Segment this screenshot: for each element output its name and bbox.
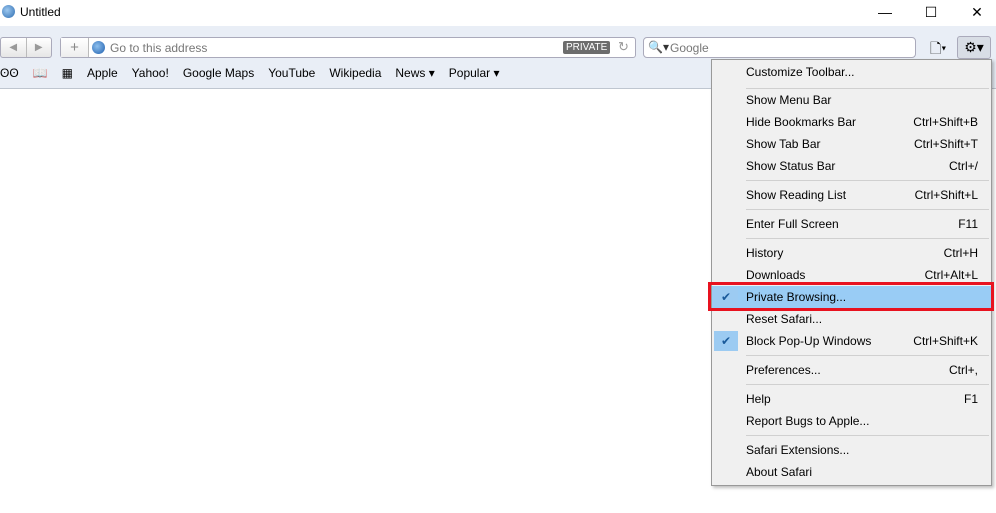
reading-list-icon[interactable]: ʘʘ <box>0 66 19 80</box>
private-badge[interactable]: PRIVATE <box>563 41 611 54</box>
menu-item-show-reading-list[interactable]: Show Reading List Ctrl+Shift+L <box>712 184 991 206</box>
safari-logo-icon <box>2 5 15 18</box>
maximize-button[interactable]: ☐ <box>908 0 954 26</box>
menu-item-customize-toolbar[interactable]: Customize Toolbar... <box>712 61 991 83</box>
separator <box>746 355 989 356</box>
menu-shortcut: Ctrl+Shift+B <box>913 115 978 129</box>
menu-label: Show Menu Bar <box>746 93 832 107</box>
menu-shortcut: Ctrl+Shift+L <box>914 188 978 202</box>
menu-item-reset-safari[interactable]: Reset Safari... <box>712 308 991 330</box>
menu-label: Enter Full Screen <box>746 217 839 231</box>
menu-label: Block Pop-Up Windows <box>746 334 872 348</box>
menu-item-preferences[interactable]: Preferences... Ctrl+, <box>712 359 991 381</box>
menu-item-enter-full-screen[interactable]: Enter Full Screen F11 <box>712 213 991 235</box>
menu-label: Report Bugs to Apple... <box>746 414 870 428</box>
menu-shortcut: F1 <box>963 392 978 406</box>
menu-label: Customize Toolbar... <box>746 65 855 79</box>
menu-item-report-bugs[interactable]: Report Bugs to Apple... <box>712 410 991 432</box>
menu-shortcut: Ctrl+, <box>948 363 978 377</box>
menu-shortcut: Ctrl+/ <box>948 159 978 173</box>
menu-label: About Safari <box>746 465 813 479</box>
menu-shortcut: F11 <box>958 217 978 231</box>
address-input[interactable]: Go to this address <box>110 41 207 55</box>
bookmark-news[interactable]: News ▾ <box>395 66 434 80</box>
menu-label: Show Status Bar <box>746 159 836 173</box>
gear-icon[interactable]: ⚙▾ <box>957 36 991 59</box>
separator <box>746 209 989 210</box>
bookmark-wikipedia[interactable]: Wikipedia <box>329 66 381 80</box>
separator <box>746 180 989 181</box>
search-input[interactable]: Google <box>670 41 709 55</box>
menu-item-show-menu-bar[interactable]: Show Menu Bar <box>712 89 991 111</box>
top-sites-icon[interactable]: ▦ <box>62 66 73 80</box>
separator <box>746 435 989 436</box>
bookmarks-icon[interactable]: 📖 <box>33 66 48 80</box>
title-bar: Untitled — ☐ ✕ <box>0 0 996 26</box>
bookmark-apple[interactable]: Apple <box>87 66 118 80</box>
menu-item-history[interactable]: History Ctrl+H <box>712 242 991 264</box>
menu-label: History <box>746 246 784 260</box>
separator <box>746 384 989 385</box>
checkmark-icon: ✔ <box>714 331 738 351</box>
bookmark-google-maps[interactable]: Google Maps <box>183 66 254 80</box>
add-bookmark-button[interactable]: + <box>61 38 89 57</box>
highlight-box <box>708 282 994 311</box>
back-button[interactable]: ◀ <box>1 38 26 57</box>
address-bar[interactable]: + Go to this address PRIVATE ↻ <box>60 37 636 58</box>
reload-icon[interactable]: ↻ <box>618 39 629 55</box>
settings-menu: Customize Toolbar... Show Menu Bar Hide … <box>711 59 992 486</box>
menu-label: Reset Safari... <box>746 312 823 326</box>
menu-label: Hide Bookmarks Bar <box>746 115 857 129</box>
menu-label: Show Reading List <box>746 188 847 202</box>
menu-shortcut: Ctrl+Shift+K <box>913 334 978 348</box>
search-field[interactable]: 🔍▾ Google <box>643 37 916 58</box>
menu-item-show-status-bar[interactable]: Show Status Bar Ctrl+/ <box>712 155 991 177</box>
menu-item-safari-extensions[interactable]: Safari Extensions... <box>712 439 991 461</box>
menu-label: Help <box>746 392 771 406</box>
search-icon[interactable]: 🔍▾ <box>648 40 669 54</box>
menu-item-show-tab-bar[interactable]: Show Tab Bar Ctrl+Shift+T <box>712 133 991 155</box>
bookmark-youtube[interactable]: YouTube <box>268 66 315 80</box>
menu-item-hide-bookmarks-bar[interactable]: Hide Bookmarks Bar Ctrl+Shift+B <box>712 111 991 133</box>
bookmark-popular[interactable]: Popular ▾ <box>449 66 500 80</box>
menu-item-block-popups[interactable]: ✔ Block Pop-Up Windows Ctrl+Shift+K <box>712 330 991 352</box>
minimize-button[interactable]: — <box>862 0 908 26</box>
globe-icon <box>92 41 105 54</box>
menu-label: Preferences... <box>746 363 821 377</box>
bookmarks-bar: ʘʘ 📖 ▦ Apple Yahoo! Google Maps YouTube … <box>0 64 513 82</box>
menu-item-help[interactable]: Help F1 <box>712 388 991 410</box>
menu-shortcut: Ctrl+Shift+T <box>913 137 978 151</box>
back-forward: ◀ ▶ <box>0 37 52 58</box>
forward-button[interactable]: ▶ <box>25 38 52 57</box>
bookmark-yahoo[interactable]: Yahoo! <box>132 66 169 80</box>
menu-shortcut: Ctrl+H <box>943 246 978 260</box>
menu-item-about-safari[interactable]: About Safari <box>712 461 991 483</box>
menu-label: Safari Extensions... <box>746 443 850 457</box>
close-button[interactable]: ✕ <box>954 0 996 26</box>
menu-label: Show Tab Bar <box>746 137 821 151</box>
window-title: Untitled <box>20 5 61 19</box>
separator <box>746 238 989 239</box>
